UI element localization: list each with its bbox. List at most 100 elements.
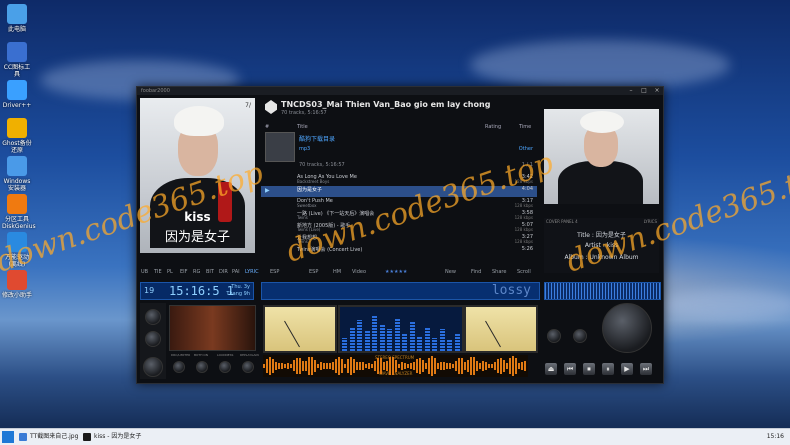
cloud xyxy=(470,40,730,90)
spectrum-bar xyxy=(387,329,392,351)
eq-knob[interactable] xyxy=(547,329,561,343)
wave-bar xyxy=(422,359,424,373)
tab-hm[interactable]: HM xyxy=(333,269,341,275)
tab-ub[interactable]: UB xyxy=(141,269,148,275)
group-count: 1 / 1 xyxy=(521,162,533,168)
volume-knob[interactable] xyxy=(602,303,652,353)
column-rating[interactable]: Rating xyxy=(485,124,501,130)
lcd-time: 15:16:5 1 xyxy=(169,284,235,298)
wave-bar xyxy=(380,358,382,374)
info-artist: Artist : kiss xyxy=(584,242,619,249)
foobar-icon xyxy=(83,433,91,441)
track-row[interactable]: Don't Push Me Sweetbox 3:17 128 kbps xyxy=(261,198,537,209)
dsp-switch[interactable] xyxy=(196,361,208,373)
player-window[interactable]: foobar2000 – □ × 7/ kiss 因为是女子 TNCDS03_M… xyxy=(136,86,664,384)
column-title[interactable]: Title xyxy=(297,124,308,130)
wave-bar xyxy=(356,362,358,370)
track-bitrate: 128 kbps xyxy=(514,215,533,220)
wave-bar xyxy=(287,362,289,370)
wave-bar xyxy=(461,358,463,374)
track-row[interactable]: 一路 (Live) 《下一站天后》演唱会 Twins 3:58 128 kbps xyxy=(261,210,537,221)
tab-esp[interactable]: ESP xyxy=(270,269,279,275)
wave-bar xyxy=(401,361,403,371)
tab-esp[interactable]: ESP xyxy=(309,269,318,275)
play-button[interactable]: ▶ xyxy=(621,363,633,375)
dsp-switch[interactable] xyxy=(219,361,231,373)
tab-pl[interactable]: PL xyxy=(167,269,173,275)
taskbar-item[interactable]: TT截图来自己.jpg xyxy=(18,431,78,443)
maximize-button[interactable]: □ xyxy=(638,87,650,95)
track-row[interactable]: 新地方 (2005版) - 歌手 Twins (Live) 5:07 128 kbps xyxy=(261,222,537,233)
desktop-icon[interactable]: Driver++ xyxy=(2,80,32,109)
wave-bar xyxy=(338,357,340,375)
desktop-icon-label: 修改小助手 xyxy=(2,292,33,299)
tab-rg[interactable]: RG xyxy=(193,269,200,275)
column-index[interactable]: # xyxy=(265,124,269,130)
wave-bar xyxy=(485,361,487,371)
previous-button[interactable]: ⏮ xyxy=(564,363,576,375)
track-row[interactable]: As Long As You Love Me Backstreet Boys 3:4… xyxy=(261,174,537,185)
start-button[interactable] xyxy=(2,431,14,443)
track-row[interactable]: ▶ 因为是女子 4:04 xyxy=(261,186,537,197)
now-playing-icon: ▶ xyxy=(265,187,270,194)
rating-stars[interactable]: ★★★★★ xyxy=(385,269,407,275)
desktop-icon-label: Ghost备份还原 xyxy=(2,140,32,154)
taskbar-item[interactable]: kiss - 因为是女子 xyxy=(82,431,141,443)
balance-knob[interactable] xyxy=(145,309,161,325)
tab-find[interactable]: Find xyxy=(471,269,481,275)
dsp-label: REPLAYGAIN xyxy=(240,353,259,357)
spectrum-bar xyxy=(454,333,460,351)
title-bar[interactable]: foobar2000 – □ × xyxy=(137,87,663,95)
dsp-switch[interactable] xyxy=(173,361,185,373)
dsp-label: BOTH ON xyxy=(194,353,209,357)
desktop-icon[interactable]: CC图标工具 xyxy=(2,42,32,78)
wave-bar xyxy=(518,362,520,370)
tab-pai[interactable]: PAI xyxy=(232,269,240,275)
desktop-icon[interactable]: 分区工具DiskGenius xyxy=(2,194,36,230)
tab-video[interactable]: Video xyxy=(352,269,366,275)
desktop-icon[interactable]: 修改小助手 xyxy=(2,270,32,299)
playlist-panel[interactable]: TNCDS03_Mai Thien Van_Bao gio em lay cho… xyxy=(261,96,537,266)
wave-bar xyxy=(341,359,343,373)
device-knob[interactable] xyxy=(145,331,161,347)
wave-bar xyxy=(353,358,355,374)
track-row[interactable]: Twins演唱会 (Concert Live) 5:26 xyxy=(261,246,537,257)
desktop-icon[interactable]: Windows安装器 xyxy=(2,156,32,192)
close-button[interactable]: × xyxy=(651,87,663,95)
power-button[interactable] xyxy=(143,357,163,377)
wave-bar xyxy=(275,362,277,370)
wave-bar xyxy=(428,358,430,374)
wave-bar xyxy=(431,356,433,376)
pitch-knob[interactable] xyxy=(573,329,587,343)
pause-button[interactable]: ⏸ xyxy=(602,363,614,375)
wave-bar xyxy=(482,361,484,371)
desktop-icon[interactable]: 万能驱动(离线) xyxy=(2,232,32,268)
desktop-icon[interactable]: Ghost备份还原 xyxy=(2,118,32,154)
next-button[interactable]: ⏭ xyxy=(640,363,652,375)
track-title: 因为是女子 xyxy=(297,187,323,193)
tab-eif[interactable]: EIF xyxy=(180,269,188,275)
stop-button[interactable]: ⏹ xyxy=(583,363,595,375)
wave-bar xyxy=(503,360,505,372)
desktop-icon[interactable]: 此电脑 xyxy=(2,4,32,33)
clock-display: 19 15:16:5 1 Thu. 3y Thang 9h xyxy=(140,282,254,300)
wave-bar xyxy=(329,363,331,369)
tab-scroll[interactable]: Scroll xyxy=(517,269,531,275)
track-row[interactable]: 让我想想 Twins 3:27 128 kbps xyxy=(261,234,537,245)
tab-new[interactable]: New xyxy=(445,269,456,275)
tab-lyric[interactable]: LYRIC xyxy=(245,269,259,275)
wave-bar xyxy=(266,358,268,373)
spectrum-bar xyxy=(379,324,385,351)
minimize-button[interactable]: – xyxy=(625,87,637,95)
dsp-switch[interactable] xyxy=(242,361,254,373)
tab-bit[interactable]: BIT xyxy=(206,269,214,275)
tab-share[interactable]: Share xyxy=(492,269,506,275)
column-time[interactable]: Time xyxy=(519,124,531,130)
waveform-display: STEREO SPECTRUM WAVE ANALYZER xyxy=(263,355,528,377)
taskbar-item-label: TT截图来自己.jpg xyxy=(30,433,79,440)
eject-button[interactable]: ⏏ xyxy=(545,363,557,375)
tab-tie[interactable]: TIE xyxy=(154,269,162,275)
tab-dir[interactable]: DIR xyxy=(219,269,228,275)
wave-bar xyxy=(443,361,445,371)
wave-bar xyxy=(416,359,418,373)
